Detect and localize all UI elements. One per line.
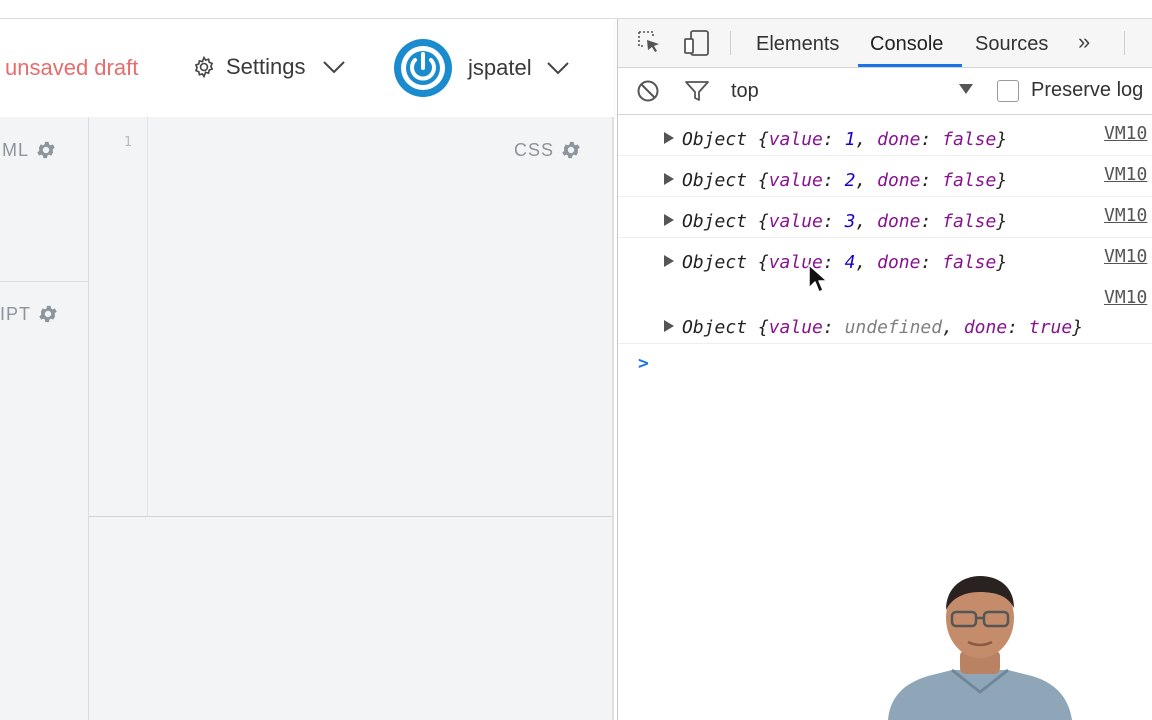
line-number: 1 <box>124 135 132 150</box>
panel-sidebar <box>0 117 89 720</box>
pane-splitter[interactable] <box>612 117 614 720</box>
avatar <box>394 39 452 97</box>
username: jspatel <box>468 55 532 80</box>
obj-suffix: } <box>996 252 1008 273</box>
obj-key: done <box>877 211 921 232</box>
source-link[interactable]: VM10 <box>1104 205 1147 226</box>
device-icon[interactable] <box>682 29 712 57</box>
obj-key: done <box>963 317 1008 338</box>
obj-key: value <box>768 317 823 338</box>
obj-done: false <box>942 211 997 232</box>
console-row: Object {value: 1, done: false} VM10 <box>618 115 1152 156</box>
settings-menu-button[interactable]: Settings <box>192 51 346 83</box>
expand-triangle-icon[interactable] <box>664 214 674 226</box>
settings-label: Settings <box>226 54 306 79</box>
console-message[interactable]: Object {value: 1, done: false} <box>682 129 1007 150</box>
obj-value: 3 <box>844 211 856 232</box>
inspect-icon[interactable] <box>636 29 662 55</box>
expand-triangle-icon[interactable] <box>664 132 674 144</box>
obj-done: false <box>942 129 997 150</box>
more-tabs-button[interactable]: » <box>1078 29 1090 55</box>
active-tab-indicator <box>858 64 962 67</box>
console-prompt[interactable]: > <box>638 353 649 374</box>
chevron-down-icon <box>546 61 570 75</box>
obj-key: value <box>768 211 823 232</box>
preserve-log-checkbox[interactable] <box>997 79 1019 102</box>
obj-key: done <box>877 129 921 150</box>
obj-prefix: Object { <box>682 252 769 273</box>
obj-value: 4 <box>844 252 856 273</box>
filter-icon[interactable] <box>684 79 710 103</box>
css-panel-label: CSS <box>514 139 582 161</box>
source-link[interactable]: VM10 <box>1104 164 1147 185</box>
gear-icon[interactable] <box>37 303 59 325</box>
obj-value: 2 <box>844 170 856 191</box>
obj-prefix: Object { <box>682 170 769 191</box>
console-message[interactable]: Object {value: 3, done: false} <box>682 211 1007 232</box>
dropdown-caret-icon[interactable] <box>958 82 974 96</box>
html-panel-label: ML <box>2 139 57 161</box>
obj-key: done <box>877 170 921 191</box>
console-message[interactable]: Object {value: undefined, done: true} <box>682 317 1083 338</box>
obj-prefix: Object { <box>682 211 769 232</box>
source-link[interactable]: VM10 <box>1104 123 1147 144</box>
obj-prefix: Object { <box>682 129 769 150</box>
console-row: Object {value: 4, done: false} VM10 <box>618 238 1152 278</box>
obj-suffix: } <box>996 170 1008 191</box>
code-editor-app: unsaved draft Settings jspatel ML IPT 1 … <box>0 19 614 720</box>
obj-key: value <box>768 170 823 191</box>
obj-key: value <box>768 129 823 150</box>
console-row: Object {value: 3, done: false} VM10 <box>618 197 1152 238</box>
css-label-text: CSS <box>514 139 555 160</box>
editor-area: ML IPT 1 CSS <box>0 117 614 720</box>
console-row: VM10 Object {value: undefined, done: tru… <box>618 279 1152 344</box>
console-message[interactable]: Object {value: 4, done: false} <box>682 252 1007 273</box>
gear-icon <box>192 55 216 79</box>
obj-suffix: } <box>996 129 1008 150</box>
editor-divider <box>89 516 614 517</box>
separator <box>1124 31 1125 55</box>
panel-divider <box>0 281 88 282</box>
user-menu-button[interactable]: jspatel <box>394 39 570 97</box>
source-link[interactable]: VM10 <box>1104 287 1147 308</box>
console-message[interactable]: Object {value: 2, done: false} <box>682 170 1007 191</box>
obj-done: false <box>942 252 997 273</box>
draft-status: unsaved draft <box>5 55 139 80</box>
clear-console-icon[interactable] <box>636 79 660 103</box>
obj-key: done <box>877 252 921 273</box>
js-label-text: IPT <box>0 303 32 324</box>
gear-icon[interactable] <box>35 139 57 161</box>
window-top-strip <box>0 0 1152 19</box>
expand-triangle-icon[interactable] <box>664 255 674 267</box>
html-label-text: ML <box>2 139 30 160</box>
tab-console[interactable]: Console <box>870 33 943 56</box>
preserve-log-label: Preserve log <box>1031 79 1144 101</box>
tab-elements[interactable]: Elements <box>756 33 839 56</box>
power-icon <box>401 46 445 90</box>
devtools-tab-bar: Elements Console Sources » <box>618 19 1152 68</box>
preserve-log-toggle[interactable]: Preserve log <box>997 79 1143 102</box>
obj-prefix: Object { <box>682 317 769 338</box>
obj-done: false <box>942 170 997 191</box>
js-panel-label: IPT <box>0 303 59 325</box>
obj-value: undefined <box>844 317 943 338</box>
chevron-down-icon <box>322 60 346 74</box>
context-selector[interactable]: top <box>731 80 759 103</box>
obj-suffix: } <box>1072 317 1084 338</box>
mouse-cursor-icon <box>808 264 828 293</box>
app-header: unsaved draft Settings jspatel <box>0 19 614 117</box>
line-gutter: 1 <box>89 117 148 517</box>
tab-sources[interactable]: Sources <box>975 33 1048 56</box>
separator <box>730 31 731 55</box>
expand-triangle-icon[interactable] <box>664 320 674 332</box>
presenter-webcam-overlay <box>888 576 1072 720</box>
obj-value: 1 <box>844 129 856 150</box>
obj-suffix: } <box>996 211 1008 232</box>
gear-icon[interactable] <box>560 139 582 161</box>
console-toolbar: top Preserve log <box>618 68 1152 115</box>
obj-done: true <box>1028 317 1073 338</box>
expand-triangle-icon[interactable] <box>664 173 674 185</box>
source-link[interactable]: VM10 <box>1104 246 1147 267</box>
console-row: Object {value: 2, done: false} VM10 <box>618 156 1152 197</box>
